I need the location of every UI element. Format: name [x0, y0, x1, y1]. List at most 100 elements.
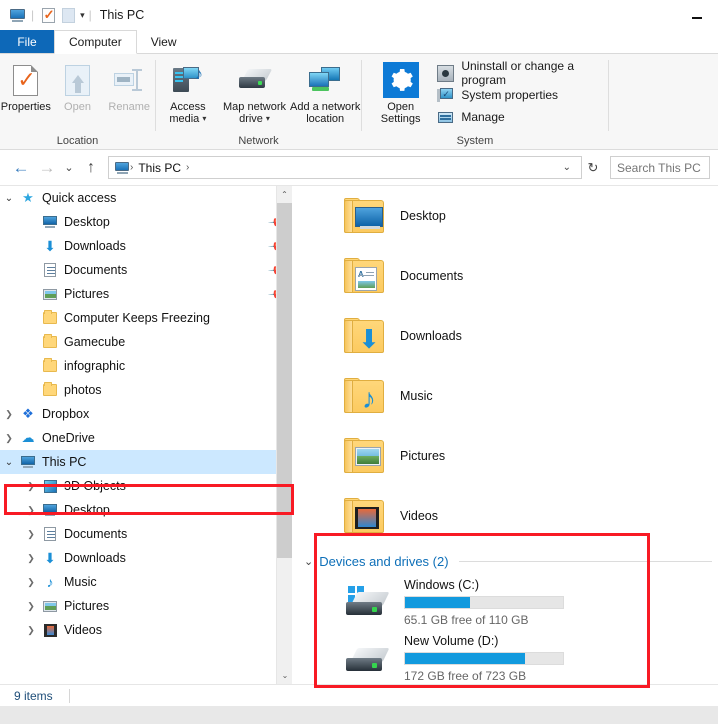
chevron-down-icon[interactable]: ▾ — [202, 113, 206, 125]
sidebar-item-quick-access[interactable]: ⌄ ★ Quick access — [0, 186, 292, 210]
folder-item[interactable]: Desktop — [292, 186, 718, 246]
documents-icon — [40, 525, 60, 543]
scroll-up-button[interactable]: ⌃ — [277, 186, 292, 203]
chevron-right-icon[interactable]: ❯ — [22, 601, 40, 612]
chevron-right-icon[interactable]: ❯ — [22, 529, 40, 540]
sidebar-item-gamecube[interactable]: Gamecube — [0, 330, 292, 354]
breadcrumb-this-pc[interactable]: This PC — [134, 161, 185, 175]
sidebar-item-music[interactable]: ❯ ♪ Music — [0, 570, 292, 594]
sidebar-item-downloads[interactable]: ❯ ⬇ Downloads — [0, 546, 292, 570]
devices-and-drives-header[interactable]: ⌄ Devices and drives (2) — [292, 548, 718, 574]
sidebar-item-documents[interactable]: Documents📌 — [0, 258, 292, 282]
sidebar-item-downloads[interactable]: ⬇Downloads📌 — [0, 234, 292, 258]
desktop-icon — [40, 213, 60, 231]
sidebar-item-3d-objects[interactable]: ❯ 3D Objects — [0, 474, 292, 498]
monitor-icon[interactable] — [7, 5, 27, 25]
add-network-location-button[interactable]: Add a network location — [289, 58, 361, 125]
downloads-icon: ⬇ — [44, 549, 56, 566]
pictures-icon — [40, 597, 60, 615]
chevron-right-icon[interactable]: ❯ — [22, 481, 40, 492]
titlebar-divider: | — [31, 8, 35, 22]
item-count-label: 9 items — [14, 688, 53, 703]
sidebar-item-pictures[interactable]: ❯ Pictures — [0, 594, 292, 618]
system-properties-button[interactable]: ✓ System properties — [435, 84, 608, 106]
new-folder-icon[interactable] — [58, 5, 78, 25]
folder-item[interactable]: Videos — [292, 486, 718, 546]
properties-button[interactable]: Properties — [0, 58, 52, 113]
folder-icon — [40, 381, 60, 399]
search-input[interactable]: Search This PC — [610, 156, 710, 179]
sidebar-item-documents[interactable]: ❯ Documents — [0, 522, 292, 546]
forward-button[interactable]: → — [34, 155, 60, 181]
content-pane: Desktop A Documents ⬇ Downloads ♪ Music Picture… — [292, 186, 718, 684]
sidebar-item-label: 3D Objects — [64, 479, 126, 493]
drive-capacity-text: 65.1 GB free of 110 GB — [404, 612, 529, 627]
scrollbar-thumb[interactable] — [277, 203, 292, 558]
open-button[interactable]: Open — [52, 58, 104, 113]
sidebar-item-infographic[interactable]: infographic — [0, 354, 292, 378]
sidebar-item-dropbox[interactable]: ❯ ❖ Dropbox — [0, 402, 292, 426]
gear-icon — [382, 62, 419, 98]
access-media-label: Access media — [169, 101, 206, 125]
folder-item[interactable]: ♪ Music — [292, 366, 718, 426]
folder-item[interactable]: A Documents — [292, 246, 718, 306]
3d-objects-icon — [40, 477, 60, 495]
properties-checklist-icon[interactable] — [38, 5, 58, 25]
chevron-right-icon[interactable]: ❯ — [22, 505, 40, 516]
sidebar-item-desktop[interactable]: Desktop📌 — [0, 210, 292, 234]
capacity-bar — [404, 595, 564, 609]
tab-file[interactable]: File — [0, 30, 54, 53]
chevron-down-icon[interactable]: ▾ — [80, 10, 85, 21]
manage-icon — [437, 109, 454, 126]
drive-item[interactable]: Windows (C:) 65.1 GB free of 110 GB — [292, 574, 718, 630]
minimize-button[interactable] — [682, 0, 712, 30]
sidebar-item-pictures[interactable]: Pictures📌 — [0, 282, 292, 306]
sidebar-item-videos[interactable]: ❯ Videos — [0, 618, 292, 642]
chevron-right-icon[interactable]: ❯ — [22, 625, 40, 636]
breadcrumb[interactable]: › This PC › ⌄ — [108, 156, 582, 179]
uninstall-program-button[interactable]: Uninstall or change a program — [435, 59, 608, 87]
up-button[interactable]: ↑ — [78, 155, 104, 181]
rename-icon — [114, 63, 144, 97]
chevron-right-icon[interactable]: ❯ — [0, 433, 18, 444]
folder-name: Documents — [400, 269, 464, 283]
ribbon-group-network-label: Network — [238, 135, 279, 147]
folder-item[interactable]: Pictures — [292, 426, 718, 486]
navigation-scrollbar[interactable]: ⌃ ⌄ — [276, 186, 292, 684]
manage-button[interactable]: Manage — [435, 106, 608, 128]
folder-item[interactable]: ⬇ Downloads — [292, 306, 718, 366]
sidebar-item-label: Documents — [64, 263, 128, 277]
refresh-button[interactable]: ↻ — [582, 160, 604, 176]
folder-music-icon: ♪ — [344, 378, 386, 414]
tab-view[interactable]: View — [136, 30, 191, 53]
sidebar-item-this-pc[interactable]: ⌄ This PC — [0, 450, 292, 474]
breadcrumb-separator-2[interactable]: › — [185, 162, 190, 173]
recent-locations-button[interactable]: ⌄ — [60, 155, 78, 181]
drive-info: Windows (C:) 65.1 GB free of 110 GB — [404, 578, 564, 627]
windows-drive-icon — [344, 586, 390, 618]
chevron-right-icon[interactable]: ❯ — [22, 553, 40, 564]
access-media-button[interactable]: ♪ Access media ▾ — [156, 58, 220, 126]
sidebar-item-photos[interactable]: photos — [0, 378, 292, 402]
sidebar-item-computer-keeps-freezing[interactable]: Computer Keeps Freezing — [0, 306, 292, 330]
drive-item[interactable]: New Volume (D:) 172 GB free of 723 GB — [292, 630, 718, 684]
drive-list: Windows (C:) 65.1 GB free of 110 GB New Vo… — [292, 574, 718, 684]
back-button[interactable]: ← — [8, 155, 34, 181]
chevron-down-icon[interactable]: ⌄ — [0, 457, 18, 468]
chevron-down-icon[interactable]: ⌄ — [0, 193, 18, 204]
tab-computer[interactable]: Computer — [54, 30, 137, 54]
open-settings-button[interactable]: Open Settings — [372, 58, 429, 125]
chevron-right-icon[interactable]: ❯ — [22, 577, 40, 588]
map-network-drive-button[interactable]: Map network drive ▾ — [220, 58, 290, 125]
ribbon-group-system: Open Settings Uninstall or change a prog… — [362, 54, 608, 149]
chevron-down-icon[interactable]: ⌄ — [304, 555, 313, 568]
this-pc-icon — [115, 161, 129, 174]
scroll-down-button[interactable]: ⌄ — [277, 667, 292, 684]
title-bar: | ▾ | This PC — [0, 0, 718, 30]
rename-button[interactable]: Rename — [103, 58, 155, 113]
sidebar-item-desktop[interactable]: ❯ Desktop — [0, 498, 292, 522]
chevron-down-icon[interactable]: ▾ — [266, 113, 270, 125]
chevron-right-icon[interactable]: ❯ — [0, 409, 18, 420]
sidebar-item-onedrive[interactable]: ❯ ☁ OneDrive — [0, 426, 292, 450]
chevron-down-icon[interactable]: ⌄ — [557, 162, 577, 173]
